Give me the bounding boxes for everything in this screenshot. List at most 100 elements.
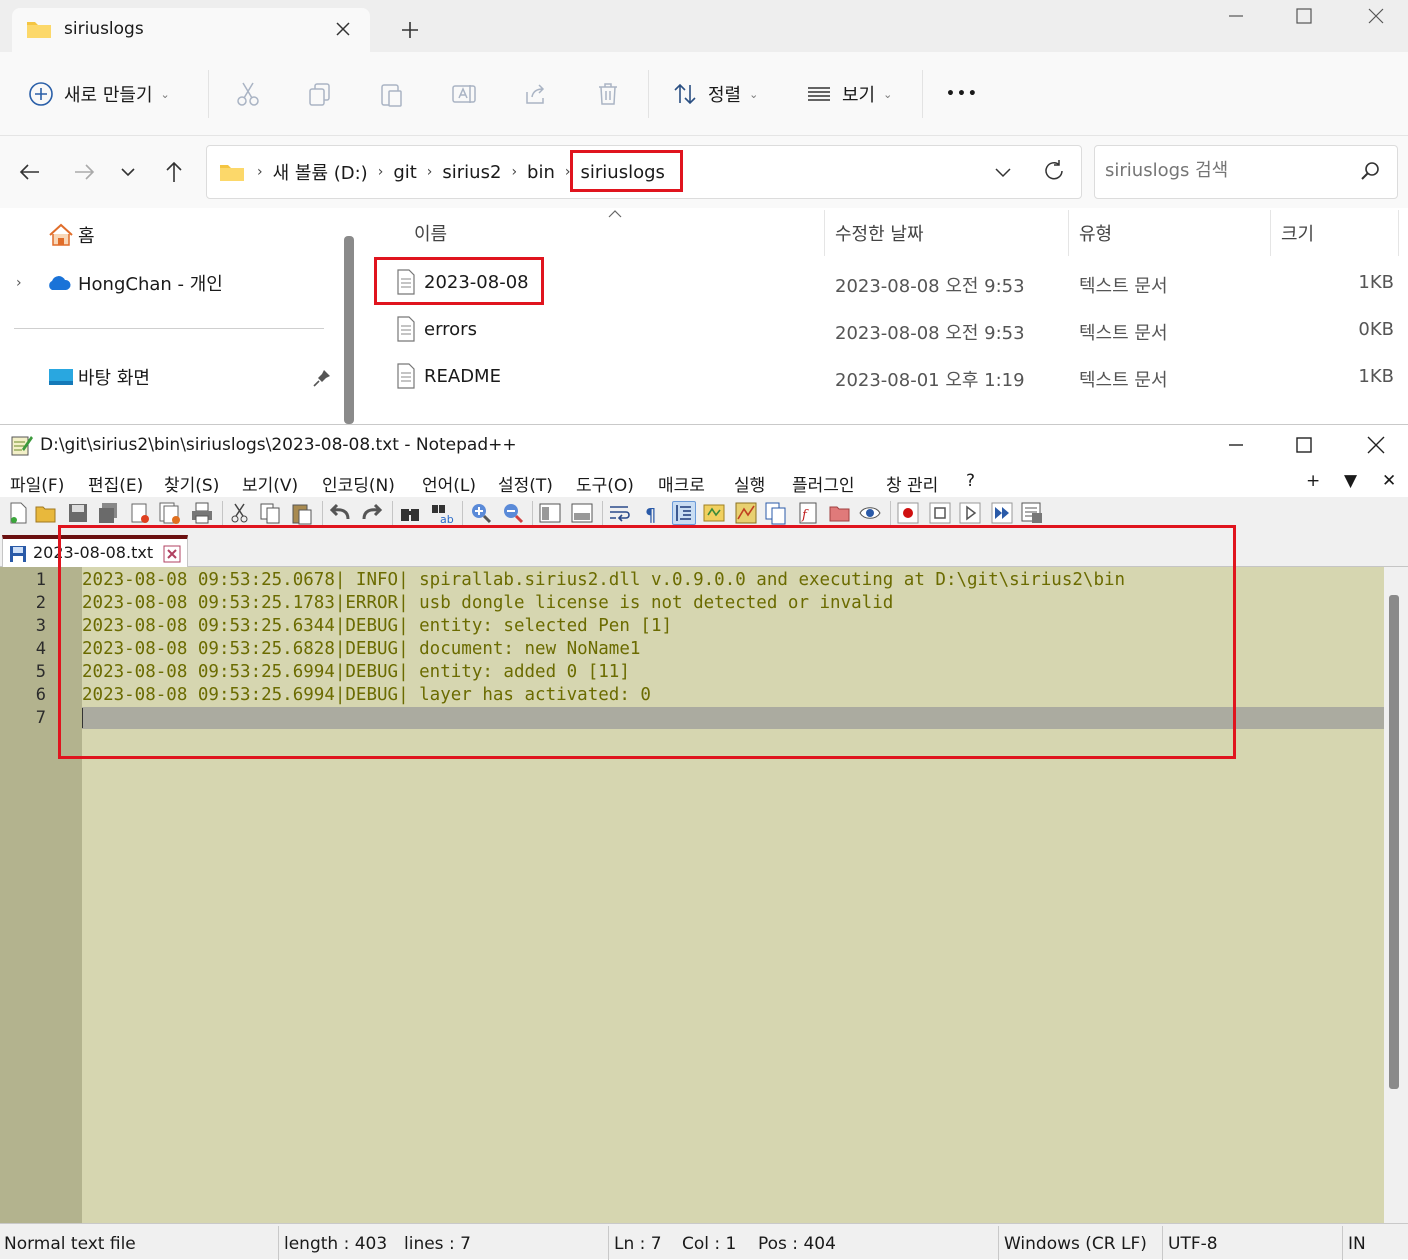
menu-file[interactable]: 파일(F) — [10, 471, 64, 496]
indent-guide-icon[interactable] — [672, 501, 696, 525]
nav-scrollbar[interactable] — [344, 236, 354, 424]
zoom-in-icon[interactable] — [468, 501, 492, 525]
play-macro-icon[interactable] — [958, 501, 982, 525]
recent-locations-chevron-icon[interactable] — [114, 158, 142, 186]
save-macro-icon[interactable] — [1020, 501, 1044, 525]
document-map-icon[interactable] — [734, 501, 758, 525]
file-row[interactable]: 2023-08-08 2023-08-08 오전 9:53 텍스트 문서 1KB — [362, 262, 1408, 306]
close-tab-icon[interactable] — [163, 545, 181, 563]
close-window-icon[interactable] — [1362, 4, 1390, 28]
status-encoding[interactable]: UTF-8 — [1168, 1234, 1218, 1254]
document-tab[interactable]: 2023-08-08.txt — [2, 535, 188, 567]
column-header-size[interactable]: 크기 — [1281, 220, 1314, 246]
forward-arrow-icon[interactable] — [70, 158, 98, 186]
menu-settings[interactable]: 설정(T) — [498, 471, 553, 496]
column-header-type[interactable]: 유형 — [1079, 220, 1112, 246]
column-divider[interactable] — [1270, 210, 1271, 256]
menu-help[interactable]: ? — [966, 471, 975, 491]
new-tab-button[interactable] — [396, 16, 424, 44]
save-icon[interactable] — [66, 501, 90, 525]
breadcrumb-drive[interactable]: 새 볼륨 (D:) — [273, 159, 368, 185]
redo-icon[interactable] — [360, 501, 384, 525]
maximize-icon[interactable] — [1290, 433, 1318, 457]
up-arrow-icon[interactable] — [160, 158, 188, 186]
maximize-icon[interactable] — [1290, 4, 1318, 28]
record-macro-icon[interactable] — [896, 501, 920, 525]
folder-as-workspace-icon[interactable] — [828, 501, 852, 525]
sync-vertical-icon[interactable] — [538, 501, 562, 525]
search-box[interactable] — [1094, 145, 1398, 199]
document-list-icon[interactable] — [764, 501, 788, 525]
minimize-icon[interactable] — [1222, 4, 1250, 28]
view-button[interactable]: 보기 ⌄ — [806, 78, 892, 110]
paste-icon[interactable] — [290, 501, 314, 525]
column-divider[interactable] — [1068, 210, 1069, 256]
menu-window[interactable]: 창 관리 — [886, 471, 938, 496]
refresh-icon[interactable] — [1041, 158, 1067, 184]
scrollbar-thumb[interactable] — [1389, 595, 1399, 1089]
show-all-characters-icon[interactable]: ¶ — [640, 501, 664, 525]
back-arrow-icon[interactable] — [16, 158, 44, 186]
function-list-icon[interactable]: f — [796, 501, 820, 525]
rename-icon[interactable] — [450, 80, 478, 108]
add-tab-button[interactable]: + — [1306, 471, 1320, 491]
stop-macro-icon[interactable] — [928, 501, 952, 525]
cut-icon[interactable] — [234, 80, 262, 108]
expand-chevron-icon[interactable]: › — [16, 275, 46, 291]
column-divider[interactable] — [1398, 210, 1399, 256]
pin-icon[interactable] — [312, 368, 332, 388]
tab-list-dropdown-icon[interactable]: ▼ — [1344, 471, 1357, 491]
sort-button[interactable]: 정렬 ⌄ — [672, 78, 758, 110]
open-folder-icon[interactable] — [34, 501, 58, 525]
status-eol[interactable]: Windows (CR LF) — [1004, 1234, 1147, 1254]
close-document-icon[interactable]: ✕ — [1382, 471, 1396, 491]
column-divider[interactable] — [824, 210, 825, 256]
menu-encoding[interactable]: 인코딩(N) — [322, 471, 395, 496]
vertical-scrollbar[interactable] — [1384, 567, 1408, 1223]
word-wrap-icon[interactable] — [608, 501, 632, 525]
file-row[interactable]: errors 2023-08-08 오전 9:53 텍스트 문서 0KB — [362, 309, 1408, 353]
close-all-icon[interactable] — [158, 501, 182, 525]
menu-tools[interactable]: 도구(O) — [576, 471, 634, 496]
nav-item-home[interactable]: 홈 — [48, 222, 95, 248]
replace-icon[interactable]: ab — [430, 501, 454, 525]
nav-item-onedrive[interactable]: › HongChan - 개인 — [16, 270, 223, 296]
share-icon[interactable] — [522, 80, 550, 108]
delete-icon[interactable] — [594, 80, 622, 108]
more-options-button[interactable]: ••• — [946, 78, 979, 110]
run-macro-multiple-icon[interactable] — [990, 501, 1014, 525]
cut-icon[interactable] — [228, 501, 252, 525]
search-input[interactable] — [1105, 160, 1345, 181]
new-file-icon[interactable] — [6, 501, 30, 525]
text-editor-area[interactable]: 1 2 3 4 5 6 7 2023-08-08 09:53:25.0678| … — [0, 567, 1384, 1223]
nav-item-desktop[interactable]: 바탕 화면 — [48, 364, 150, 390]
address-bar[interactable]: › 새 볼륨 (D:) › git › sirius2 › bin › siri… — [206, 145, 1082, 199]
zoom-out-icon[interactable] — [500, 501, 524, 525]
column-header-modified[interactable]: 수정한 날짜 — [835, 220, 924, 246]
menu-edit[interactable]: 편집(E) — [88, 471, 143, 496]
close-tab-icon[interactable] — [330, 16, 356, 42]
breadcrumb-git[interactable]: git — [393, 162, 416, 183]
breadcrumb-bin[interactable]: bin — [527, 162, 555, 183]
file-row[interactable]: README 2023-08-01 오후 1:19 텍스트 문서 1KB — [362, 356, 1408, 400]
sync-horizontal-icon[interactable] — [570, 501, 594, 525]
search-icon[interactable] — [1359, 161, 1381, 183]
breadcrumb-siriuslogs[interactable]: siriuslogs — [581, 162, 665, 183]
menu-view[interactable]: 보기(V) — [242, 471, 298, 496]
minimize-icon[interactable] — [1222, 433, 1250, 457]
copy-icon[interactable] — [258, 501, 282, 525]
menu-macro[interactable]: 매크로 — [658, 471, 705, 496]
save-all-icon[interactable] — [96, 501, 120, 525]
find-binoculars-icon[interactable] — [398, 501, 422, 525]
menu-run[interactable]: 실행 — [734, 471, 765, 496]
close-window-icon[interactable] — [1362, 433, 1390, 457]
menu-plugins[interactable]: 플러그인 — [792, 471, 855, 496]
new-button[interactable]: 새로 만들기 ⌄ — [28, 78, 170, 110]
breadcrumb-sirius2[interactable]: sirius2 — [442, 162, 501, 183]
undo-icon[interactable] — [328, 501, 352, 525]
print-icon[interactable] — [190, 501, 214, 525]
copy-icon[interactable] — [306, 80, 334, 108]
menu-language[interactable]: 언어(L) — [422, 471, 476, 496]
column-header-name[interactable]: 이름 — [414, 220, 447, 246]
paste-icon[interactable] — [378, 80, 406, 108]
